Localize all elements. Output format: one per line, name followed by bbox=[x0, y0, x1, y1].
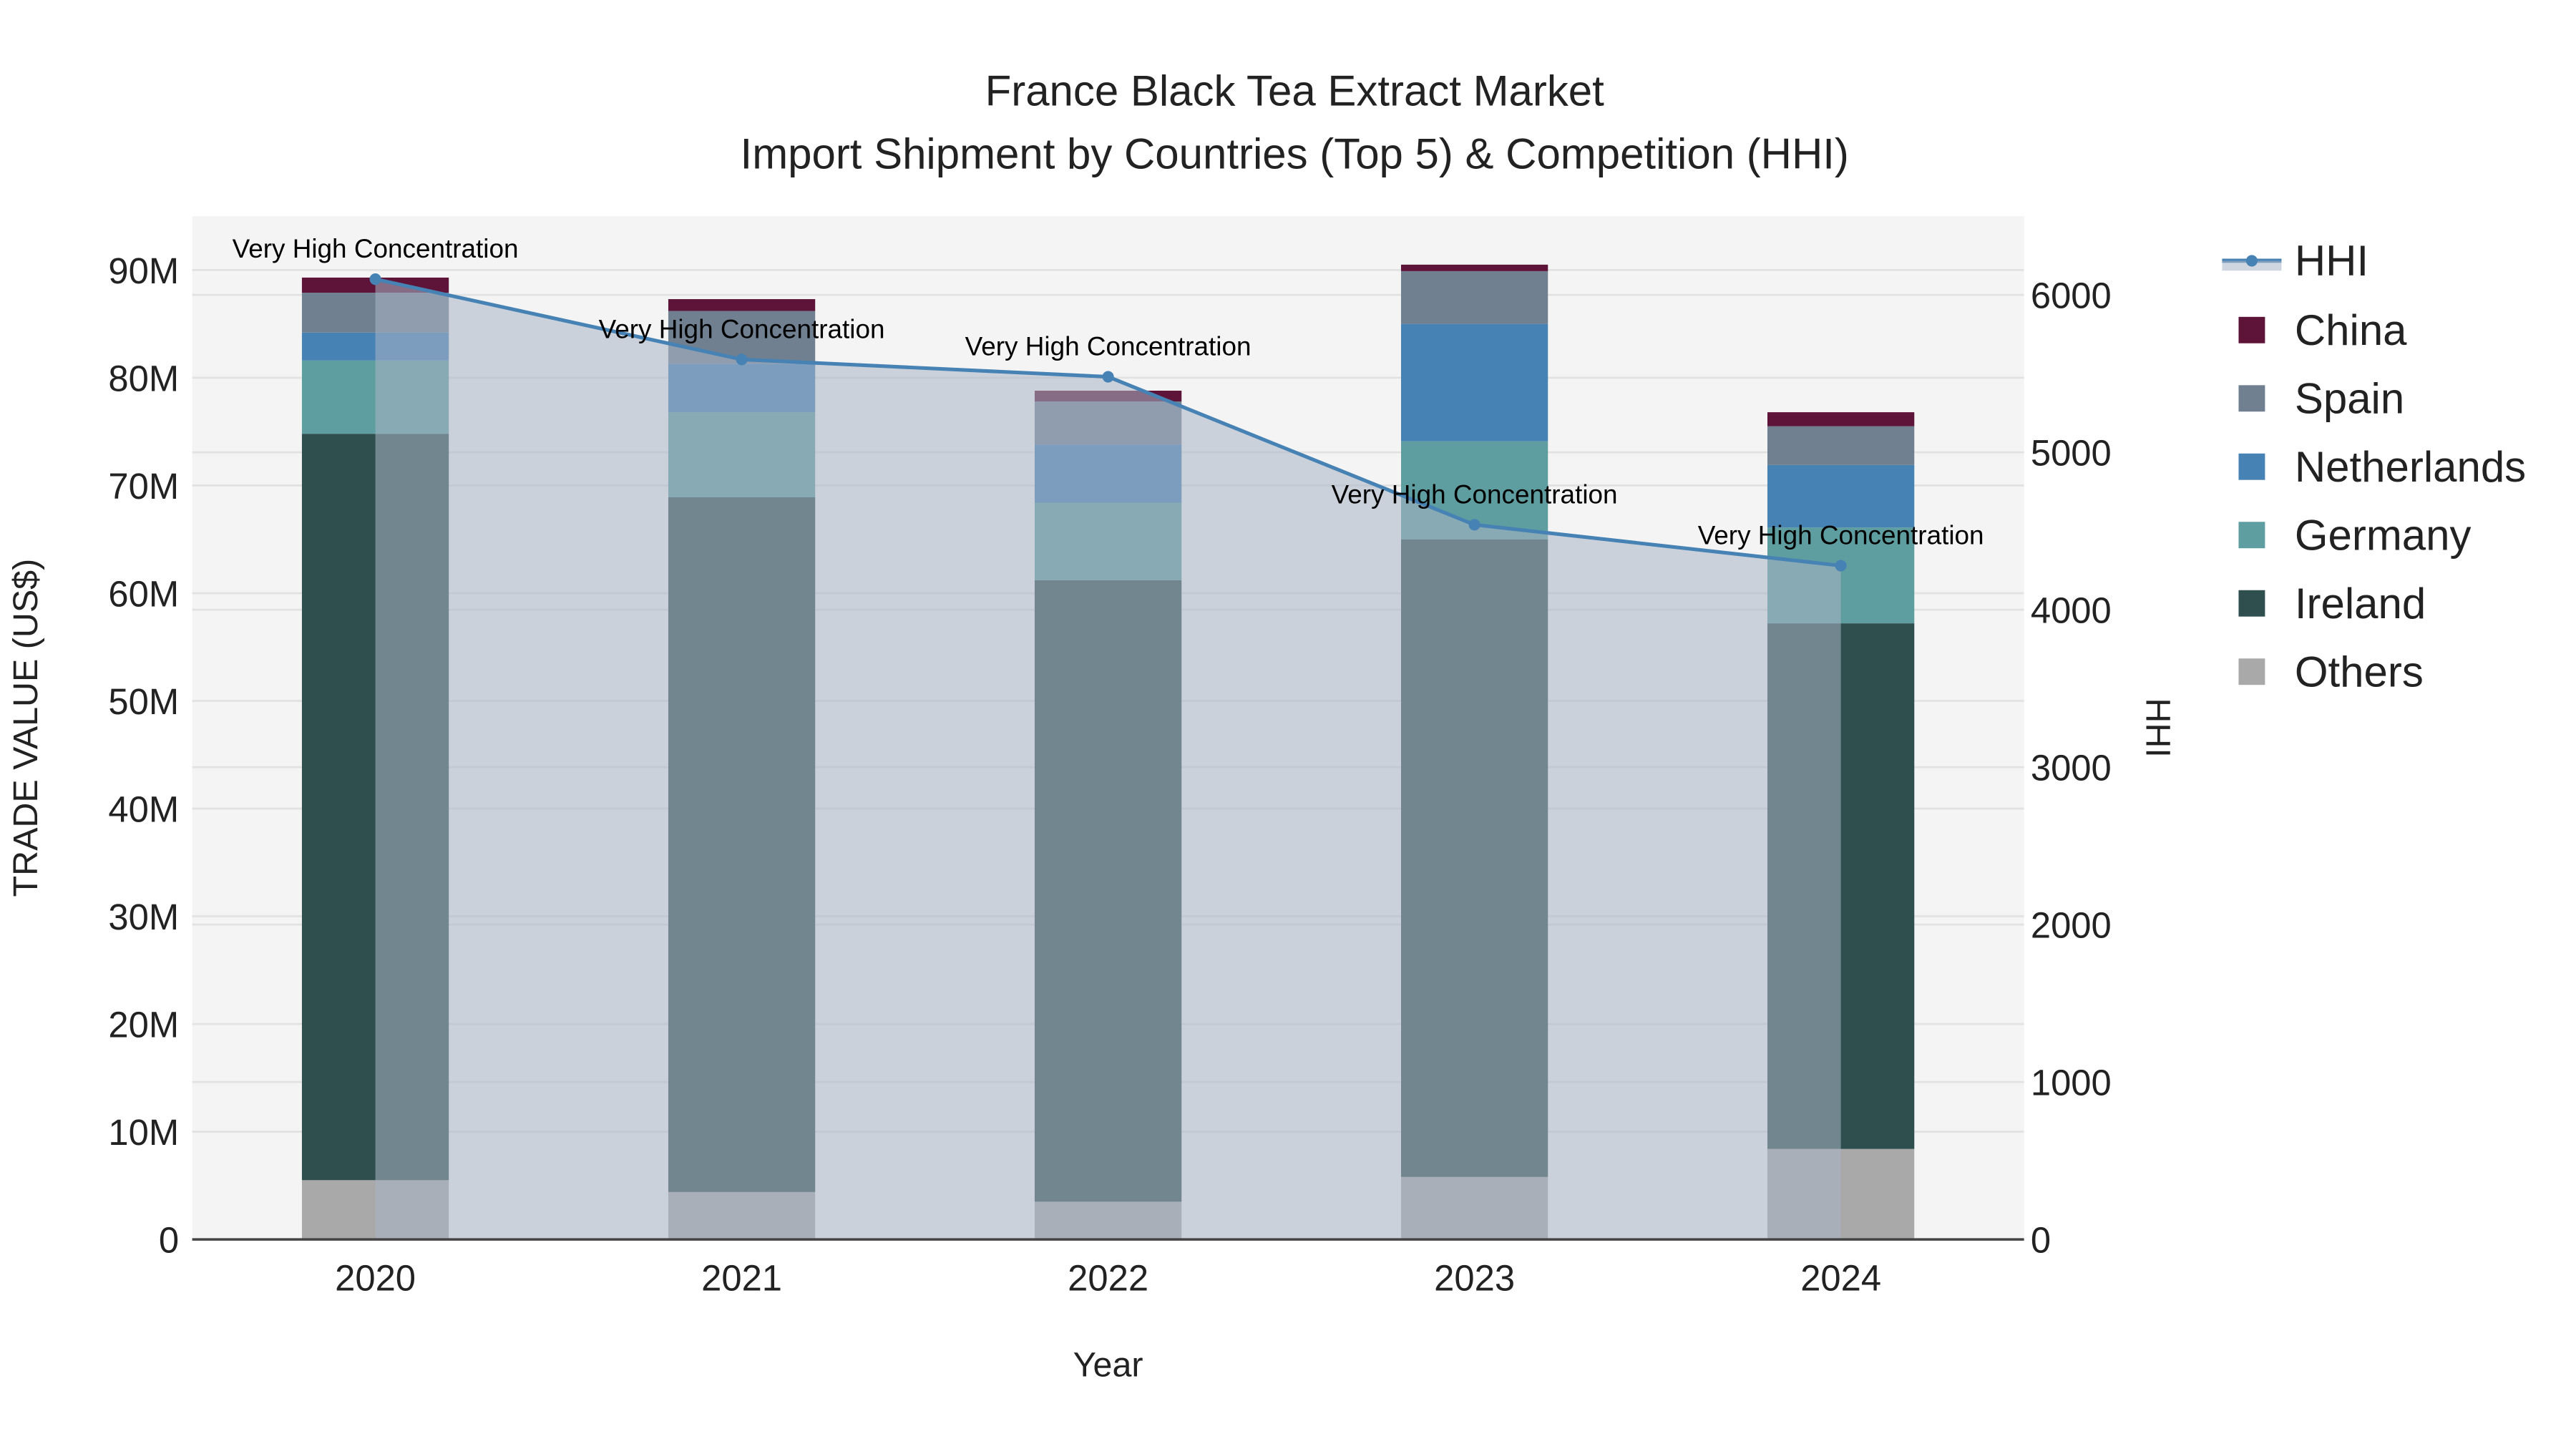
y-tick-label: 10M bbox=[108, 1112, 179, 1153]
hhi-point-2020 bbox=[369, 273, 381, 286]
bar-china-2024 bbox=[1767, 412, 1915, 426]
hhi-point-2021 bbox=[736, 353, 748, 366]
legend-swatch-ireland bbox=[2238, 590, 2265, 617]
y2-tick-label: 0 bbox=[2031, 1220, 2051, 1261]
x-tick-label: 2023 bbox=[1434, 1258, 1515, 1299]
y-tick-label: 60M bbox=[108, 573, 179, 614]
hhi-annotation: Very High Concentration bbox=[599, 314, 885, 343]
hhi-annotation: Very High Concentration bbox=[965, 332, 1252, 361]
chart: Very High Concentration Very High Concent… bbox=[6, 67, 2526, 1385]
y-tick-label: 40M bbox=[108, 789, 179, 829]
legend-label-hhi: HHI bbox=[2295, 237, 2368, 285]
bar-china-2023 bbox=[1400, 264, 1548, 271]
legend-hhi-marker bbox=[2245, 255, 2258, 267]
y-tick-label: 0 bbox=[159, 1220, 179, 1261]
x-tick-label: 2021 bbox=[701, 1258, 782, 1299]
legend-swatch-spain bbox=[2238, 385, 2265, 412]
y2-tick-label: 4000 bbox=[2031, 590, 2112, 631]
y2-tick-label: 5000 bbox=[2031, 433, 2112, 474]
bar-netherlands-2023 bbox=[1400, 323, 1548, 441]
x-tick-label: 2024 bbox=[1800, 1258, 1881, 1299]
y-axis-label: TRADE VALUE (US$) bbox=[6, 559, 45, 897]
hhi-point-2024 bbox=[1835, 560, 1847, 572]
hhi-point-2022 bbox=[1102, 371, 1114, 383]
legend-swatch-netherlands bbox=[2238, 453, 2265, 480]
legend-swatch-china bbox=[2238, 316, 2265, 343]
hhi-annotation: Very High Concentration bbox=[1332, 479, 1618, 509]
legend-swatch-others bbox=[2238, 658, 2265, 686]
x-tick-label: 2020 bbox=[335, 1258, 416, 1299]
y-tick-label: 90M bbox=[108, 250, 179, 291]
chart-subtitle: Import Shipment by Countries (Top 5) & C… bbox=[741, 130, 1849, 177]
legend-label-china: China bbox=[2295, 306, 2407, 354]
y-tick-label: 50M bbox=[108, 681, 179, 722]
y2-tick-label: 6000 bbox=[2031, 275, 2112, 316]
legend-label-germany: Germany bbox=[2295, 511, 2472, 559]
legend-label-ireland: Ireland bbox=[2295, 580, 2426, 628]
x-axis-label: Year bbox=[1073, 1346, 1143, 1385]
bar-china-2021 bbox=[668, 299, 816, 311]
x-tick-label: 2022 bbox=[1068, 1258, 1148, 1299]
legend: HHI China Spain Netherlands Germany Ireland Ot… bbox=[2222, 237, 2526, 696]
legend-label-netherlands: Netherlands bbox=[2295, 443, 2526, 491]
chart-title: France Black Tea Extract Market bbox=[985, 67, 1605, 115]
y-tick-label: 70M bbox=[108, 466, 179, 507]
y2-tick-label: 3000 bbox=[2031, 748, 2112, 789]
bar-netherlands-2024 bbox=[1767, 464, 1915, 528]
hhi-annotation: Very High Concentration bbox=[233, 234, 519, 263]
hhi-annotation: Very High Concentration bbox=[1698, 521, 1984, 550]
bar-spain-2024 bbox=[1767, 426, 1915, 465]
y2-axis-label: HHI bbox=[2138, 698, 2177, 757]
legend-label-spain: Spain bbox=[2295, 375, 2404, 423]
y-tick-label: 30M bbox=[108, 897, 179, 937]
legend-label-others: Others bbox=[2295, 648, 2424, 696]
legend-swatch-germany bbox=[2238, 522, 2265, 549]
y2-tick-label: 1000 bbox=[2031, 1063, 2112, 1103]
y-tick-label: 20M bbox=[108, 1004, 179, 1045]
bar-spain-2023 bbox=[1400, 270, 1548, 324]
hhi-point-2023 bbox=[1468, 519, 1480, 531]
y-tick-label: 80M bbox=[108, 358, 179, 399]
y2-tick-label: 2000 bbox=[2031, 905, 2112, 946]
